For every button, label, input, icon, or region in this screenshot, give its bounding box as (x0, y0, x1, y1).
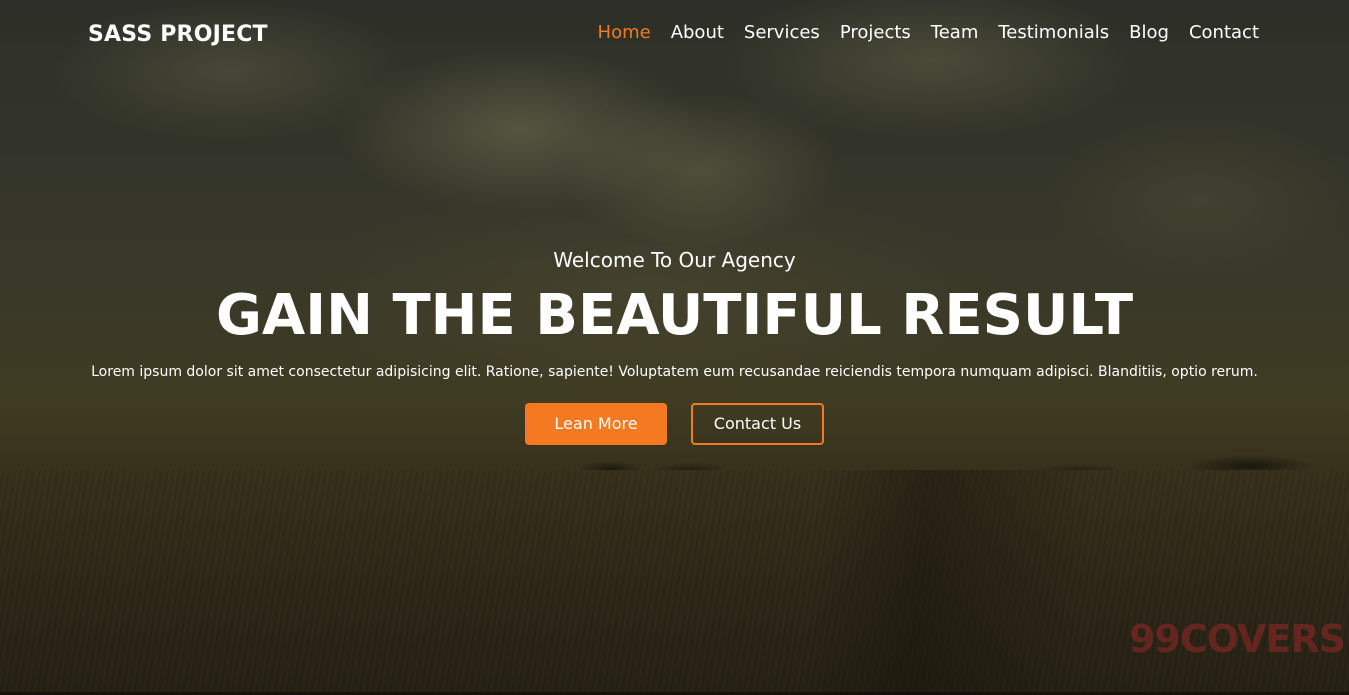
watermark: 99COVERS (1128, 617, 1346, 661)
nav-link-services[interactable]: Services (744, 22, 820, 43)
hero-subtitle: Welcome To Our Agency (553, 248, 796, 272)
nav-link-team[interactable]: Team (931, 22, 979, 43)
contact-us-button[interactable]: Contact Us (691, 403, 824, 445)
nav-link-testimonials[interactable]: Testimonials (998, 22, 1109, 43)
hero-headline: GAIN THE BEAUTIFUL RESULT (215, 283, 1134, 348)
hero-buttons: Lean More Contact Us (0, 403, 1349, 445)
learn-more-button[interactable]: Lean More (525, 403, 667, 445)
nav-link-about[interactable]: About (671, 22, 724, 43)
hero-content: Welcome To Our Agency GAIN THE BEAUTIFUL… (0, 246, 1349, 445)
hero-section: SASS PROJECT Home About Services Project… (0, 0, 1349, 695)
nav-link-contact[interactable]: Contact (1189, 22, 1259, 43)
nav-link-blog[interactable]: Blog (1129, 22, 1169, 43)
main-nav: Home About Services Projects Team Testim… (598, 22, 1259, 43)
hero-lead-text: Lorem ipsum dolor sit amet consectetur a… (91, 364, 1258, 380)
nav-link-home[interactable]: Home (598, 22, 651, 43)
navbar: SASS PROJECT Home About Services Project… (0, 0, 1349, 68)
nav-link-projects[interactable]: Projects (840, 22, 911, 43)
brand-logo[interactable]: SASS PROJECT (88, 22, 268, 47)
